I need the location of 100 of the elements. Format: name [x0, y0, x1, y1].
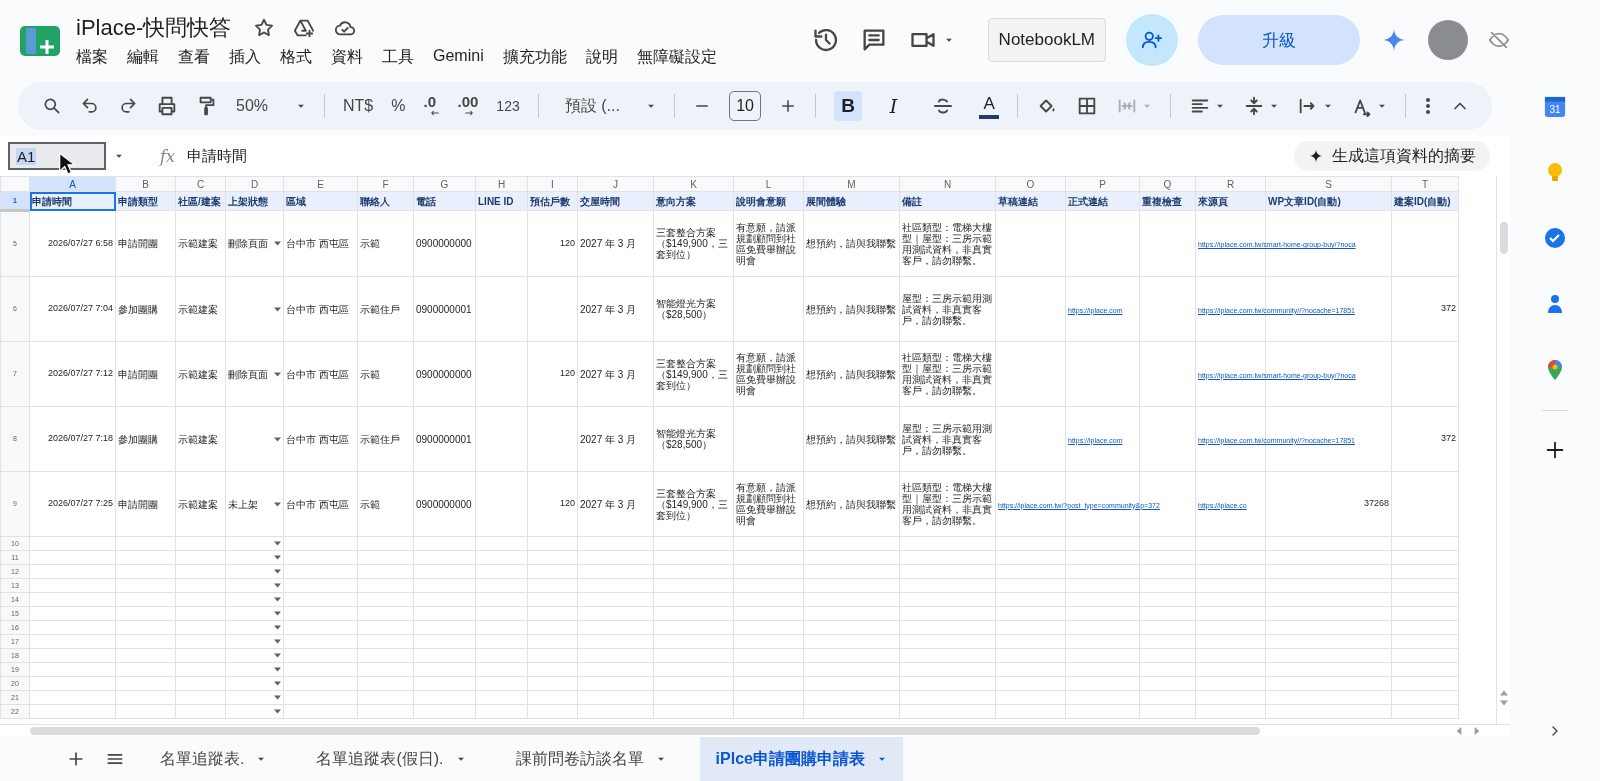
sheet-tab[interactable]: 課前問卷訪談名單 — [499, 737, 682, 781]
vertical-align-icon[interactable] — [1243, 95, 1265, 117]
column-header[interactable]: D — [225, 176, 284, 192]
star-icon[interactable] — [253, 16, 276, 39]
dropdown-arrow-icon[interactable] — [274, 555, 281, 560]
dropdown-arrow-icon[interactable] — [274, 569, 281, 574]
dropdown-arrow-icon[interactable] — [274, 436, 281, 442]
dropdown-arrow-icon[interactable] — [274, 667, 281, 672]
menu-item[interactable]: 格式 — [280, 46, 312, 68]
person-add-icon — [1141, 29, 1163, 51]
dropdown-arrow-icon[interactable] — [274, 695, 281, 700]
more-options-icon[interactable] — [1424, 96, 1432, 116]
table-cell: 2027 年 3 月 — [577, 210, 654, 277]
search-icon[interactable] — [42, 96, 62, 116]
menu-item[interactable]: 插入 — [229, 46, 261, 68]
column-header[interactable]: J — [577, 176, 654, 192]
column-header[interactable]: E — [283, 176, 358, 192]
column-header[interactable]: A — [29, 176, 116, 192]
history-icon[interactable] — [811, 26, 840, 54]
column-header[interactable]: B — [115, 176, 176, 192]
share-button[interactable] — [1126, 14, 1178, 66]
borders-icon[interactable] — [1076, 95, 1098, 117]
menu-item[interactable]: 說明 — [585, 46, 618, 68]
eye-off-icon[interactable] — [1488, 29, 1510, 51]
dropdown-arrow-icon[interactable] — [274, 625, 281, 630]
decrease-decimals-button[interactable]: .0 — [423, 95, 440, 117]
menu-item[interactable]: 工具 — [382, 46, 414, 68]
sheet-tab[interactable]: iPlce申請團購申請表 — [699, 737, 903, 781]
calendar-icon[interactable]: 31 — [1544, 96, 1566, 118]
scroll-left-icon[interactable] — [1456, 727, 1462, 735]
zoom-dropdown[interactable]: 50% — [236, 97, 307, 115]
scrollbar-thumb[interactable] — [30, 727, 1260, 735]
notebook-button[interactable]: NotebookLM — [987, 18, 1106, 62]
sheet-tab[interactable]: 名單追蹤表. — [144, 737, 283, 781]
column-header[interactable]: I — [527, 176, 578, 192]
menu-item[interactable]: 無障礙設定 — [636, 46, 717, 68]
table-cell: 372 — [1391, 276, 1459, 342]
number-format-button[interactable]: 123 — [496, 98, 520, 114]
dropdown-arrow-icon[interactable] — [274, 709, 281, 714]
font-size-field[interactable]: 10 — [728, 91, 762, 121]
column-header[interactable]: H — [475, 176, 528, 192]
dropdown-arrow-icon[interactable] — [274, 611, 281, 616]
scrollbar-thumb[interactable] — [1499, 222, 1508, 254]
column-header[interactable]: T — [1391, 176, 1459, 192]
text-color-button[interactable]: A — [979, 93, 999, 119]
table-cell: 台中市 西屯區 — [283, 406, 358, 472]
column-header[interactable]: R — [1195, 176, 1266, 192]
increase-decimals-button[interactable]: .00 — [457, 95, 479, 117]
table-cell: 台中市 西屯區 — [283, 341, 358, 407]
menu-item[interactable]: Gemini — [433, 46, 484, 68]
avatar[interactable] — [1428, 20, 1468, 60]
task-check-icon[interactable] — [1543, 226, 1567, 250]
scroll-up-icon[interactable] — [1499, 690, 1508, 696]
dropdown-arrow-icon[interactable] — [274, 371, 281, 377]
formula-input[interactable]: 申請時間 — [186, 146, 247, 166]
font-dropdown[interactable]: 預設 (... — [556, 95, 656, 117]
dropdown-arrow-icon[interactable] — [274, 501, 281, 507]
column-header[interactable]: S — [1265, 176, 1392, 192]
dropdown-arrow-icon[interactable] — [274, 681, 281, 686]
redo-icon[interactable] — [118, 96, 138, 116]
dropdown-arrow-icon[interactable] — [274, 541, 281, 546]
dropdown-arrow-icon[interactable] — [274, 653, 281, 658]
undo-icon[interactable] — [80, 96, 100, 116]
scroll-right-icon[interactable] — [1474, 727, 1480, 735]
dropdown-arrow-icon[interactable] — [274, 306, 281, 312]
column-header[interactable]: L — [733, 176, 804, 192]
column-header[interactable]: C — [175, 176, 226, 192]
dropdown-arrow-icon[interactable] — [274, 597, 281, 602]
column-header[interactable]: O — [995, 176, 1066, 192]
add-icon[interactable] — [1544, 439, 1566, 461]
document-title[interactable]: iPlace-快問快答 — [76, 12, 232, 43]
table-cell: 申請開團 — [115, 341, 176, 407]
menu-item[interactable]: 資料 — [331, 46, 363, 68]
table-cell: 申請開團 — [115, 471, 176, 537]
summary-button[interactable]: 生成這項資料的摘要 — [1294, 141, 1490, 171]
print-icon[interactable] — [156, 95, 178, 117]
sheet-tab[interactable]: 名單追蹤表(假日). — [300, 737, 482, 781]
column-header[interactable]: K — [653, 176, 734, 192]
table-cell: 0900000001 — [413, 406, 476, 472]
dropdown-arrow-icon[interactable] — [274, 583, 281, 588]
dropdown-arrow-icon[interactable] — [274, 241, 281, 246]
upgrade-button[interactable]: 升級 — [1198, 15, 1360, 65]
column-header[interactable]: Q — [1139, 176, 1196, 192]
currency-button[interactable]: NT$ — [343, 97, 374, 115]
percent-button[interactable]: % — [391, 97, 406, 115]
column-header[interactable]: N — [899, 176, 996, 192]
menu-item[interactable]: 擴充功能 — [502, 46, 567, 68]
menu-item[interactable]: 查看 — [178, 46, 210, 68]
menu-item[interactable]: 檔案 — [76, 46, 108, 68]
column-header[interactable]: F — [357, 176, 414, 192]
column-header[interactable]: P — [1065, 176, 1140, 192]
dropdown-arrow-icon[interactable] — [274, 639, 281, 644]
column-header[interactable]: G — [413, 176, 476, 192]
column-header[interactable]: M — [803, 176, 900, 192]
italic-button[interactable]: I — [879, 91, 908, 121]
scroll-down-icon[interactable] — [1499, 700, 1508, 706]
menu-item[interactable]: 編輯 — [127, 46, 159, 68]
bold-button[interactable]: B — [834, 91, 862, 121]
table-cell: 三套整合方案（$149,900，三套到位） — [653, 210, 734, 277]
name-box[interactable]: A1 — [8, 142, 106, 170]
